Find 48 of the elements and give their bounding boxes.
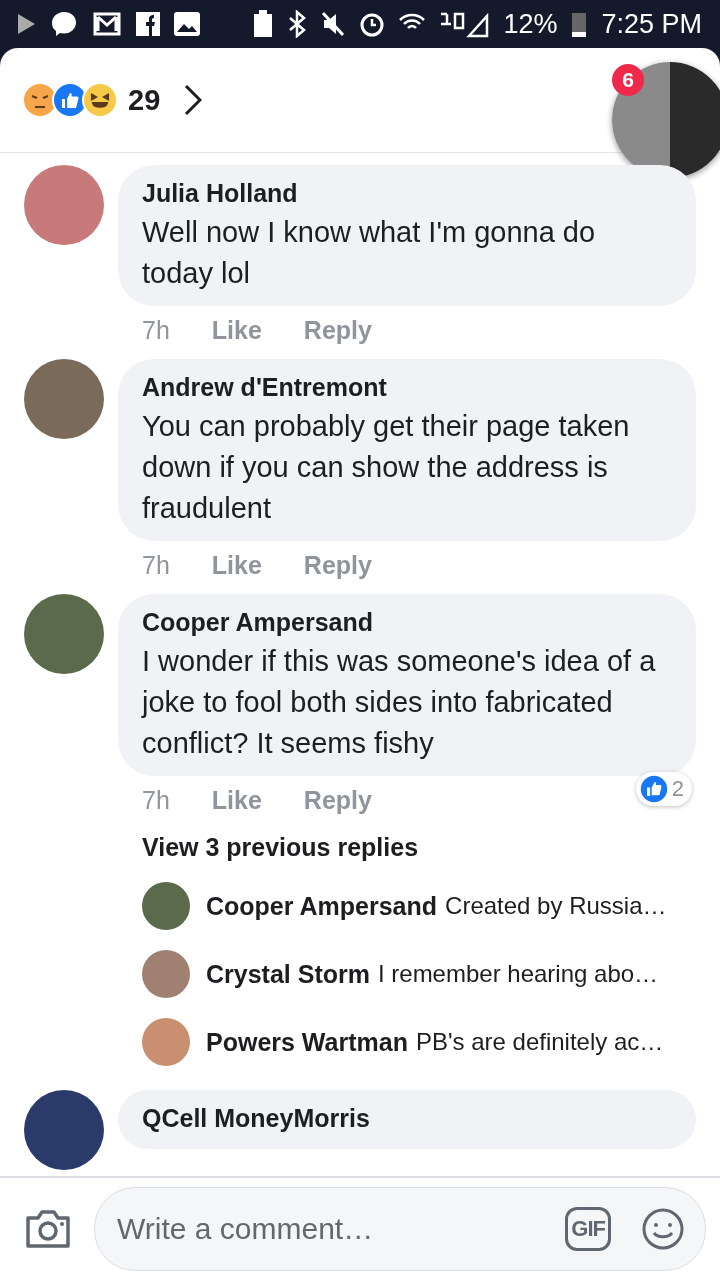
commenter-name[interactable]: QCell MoneyMorris <box>142 1104 672 1133</box>
comment-time: 7h <box>142 316 170 345</box>
reply-preview: Created by Russia… <box>445 892 667 920</box>
commenter-name[interactable]: Andrew d'Entremont <box>142 373 672 402</box>
gif-button[interactable]: GIF <box>565 1207 611 1251</box>
battery-saver-icon <box>253 10 274 38</box>
notification-badge: 6 <box>612 64 644 96</box>
play-icon <box>16 13 36 35</box>
view-replies-link[interactable]: View 3 previous replies <box>118 815 696 872</box>
commenter-name[interactable]: Julia Holland <box>142 179 672 208</box>
chat-head-photo[interactable]: 6 <box>612 62 720 178</box>
bluetooth-icon <box>287 10 308 38</box>
clock: 7:25 PM <box>601 8 702 40</box>
reply-author[interactable]: Cooper Ampersand <box>206 891 438 921</box>
comment-time: 7h <box>142 786 170 815</box>
reaction-count[interactable]: 29 <box>128 83 161 117</box>
comment-text: I wonder if this was someone's idea of a joke to fool both sides into fabricated conflict? It seems fishy <box>142 644 657 761</box>
reply-preview: PB's are definitely ac… <box>415 1028 664 1056</box>
like-icon <box>639 775 668 803</box>
battery-icon <box>571 10 588 38</box>
comment-input[interactable]: Write a comment… GIF <box>94 1187 706 1271</box>
reaction-count: 2 <box>671 776 684 802</box>
chevron-right-icon[interactable] <box>184 84 203 116</box>
reply-preview: I remember hearing abo… <box>377 960 659 988</box>
avatar[interactable] <box>142 882 190 930</box>
laughing-emoji-icon <box>82 82 118 118</box>
like-link[interactable]: Like <box>211 316 262 345</box>
commenter-name[interactable]: Cooper Ampersand <box>142 608 672 637</box>
alarm-icon <box>359 11 386 37</box>
like-link[interactable]: Like <box>211 786 262 815</box>
reply-link[interactable]: Reply <box>303 316 372 345</box>
comment-text: You can probably get their page taken down if you can show the address is fraudulent <box>142 409 631 526</box>
reply-link[interactable]: Reply <box>303 786 372 815</box>
app-icon <box>136 12 160 36</box>
camera-icon[interactable] <box>24 1208 72 1250</box>
comment-time: 7h <box>142 551 170 580</box>
image-icon <box>174 12 200 36</box>
reaction-badge[interactable]: 2 <box>635 772 692 806</box>
battery-percentage: 12% <box>503 8 558 40</box>
chat-icon <box>50 10 78 38</box>
reply-link[interactable]: Reply <box>303 551 372 580</box>
like-link[interactable]: Like <box>211 551 262 580</box>
emoji-icon[interactable] <box>641 1207 685 1251</box>
comment-text: Well now I know what I'm gonna do today lol <box>142 215 597 291</box>
reply-author[interactable]: Powers Wartman <box>206 1027 408 1057</box>
mute-icon <box>321 11 346 37</box>
reply-author[interactable]: Crystal Storm <box>206 959 370 989</box>
mail-icon <box>92 11 122 37</box>
